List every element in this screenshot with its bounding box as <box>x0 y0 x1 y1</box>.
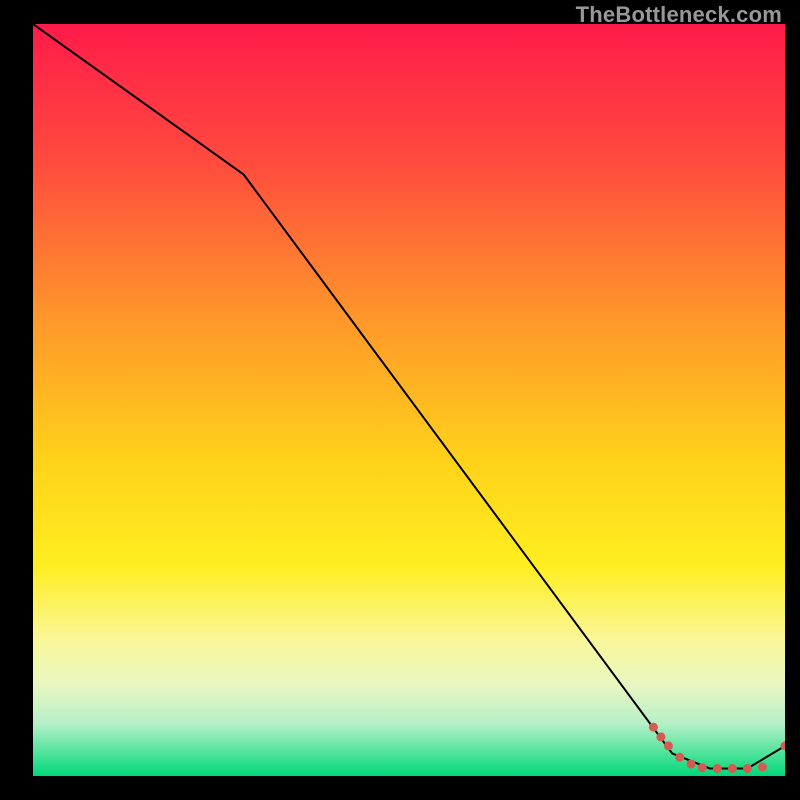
marker-point <box>656 732 665 741</box>
marker-point <box>664 741 673 750</box>
chart-frame <box>33 24 785 776</box>
bottleneck-chart <box>33 24 785 776</box>
marker-point <box>649 723 658 732</box>
marker-point <box>713 764 722 773</box>
marker-point <box>743 764 752 773</box>
gradient-background <box>33 24 785 776</box>
marker-point <box>758 762 767 771</box>
marker-point <box>728 764 737 773</box>
marker-point <box>698 763 707 772</box>
marker-point <box>687 759 696 768</box>
marker-point <box>675 753 684 762</box>
